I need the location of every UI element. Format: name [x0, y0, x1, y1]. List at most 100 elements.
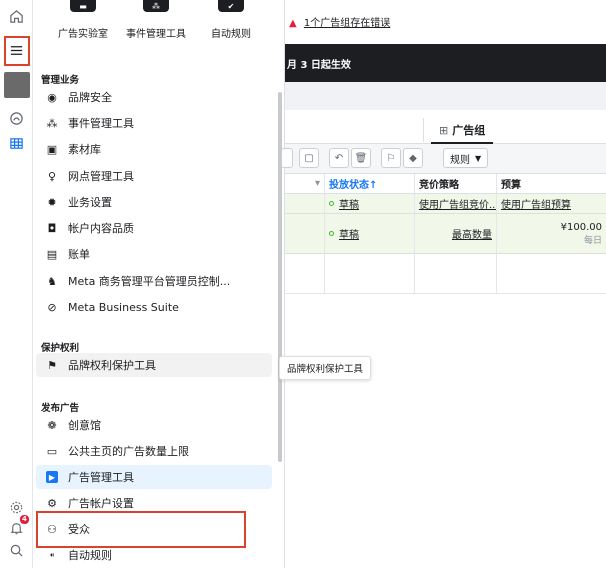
budget-cell[interactable]: 使用广告组预算 — [497, 194, 606, 213]
menu-item-label: 品牌安全 — [68, 91, 112, 104]
tool-automated-rules[interactable]: ✔ 自动规则 — [196, 0, 266, 40]
status-cell[interactable]: 草稿 — [325, 214, 415, 253]
dashboard-icon[interactable] — [6, 108, 26, 128]
ad-lab-icon: ▬ — [70, 0, 96, 12]
sort-caret-icon[interactable]: ▾ — [285, 174, 325, 193]
menu-item-label: 帐户内容品质 — [68, 222, 134, 235]
flag-icon: ⚑ — [47, 358, 57, 372]
table-header: ▾ 投放状态↑ 竞价策略 预算 — [285, 174, 606, 194]
avatar[interactable] — [4, 72, 30, 98]
grid-icon: ⊞ — [439, 123, 449, 137]
left-icon-rail: 4 — [0, 0, 33, 568]
bid-text: 最高数量 — [452, 230, 492, 241]
menu-item-label: 事件管理工具 — [68, 117, 134, 130]
section-publish-ads: 发布广告 — [41, 403, 80, 414]
bid-cell[interactable]: 使用广告组竞价... — [415, 194, 497, 213]
notification-badge: 4 — [20, 515, 29, 524]
menu-item-brand-safety[interactable]: ◉ 品牌安全 — [36, 85, 272, 109]
location-pin-icon: ♀ — [47, 169, 57, 183]
settings-icon[interactable] — [6, 497, 26, 517]
search-icon[interactable] — [6, 540, 26, 560]
tooltip: 品牌权利保护工具 — [279, 356, 372, 380]
tag-icon[interactable]: ◆ — [403, 148, 423, 168]
col-delivery-status[interactable]: 投放状态↑ — [325, 174, 415, 193]
table-toolbar: ▢ ↶ 🗑 ⚐ ◆ 规则 ▼ — [281, 144, 606, 174]
menu-item-automated-rules[interactable]: ⁌ 自动规则 — [36, 543, 272, 567]
menu-item-location-manager[interactable]: ♀ 网点管理工具 — [36, 164, 272, 188]
quality-shield-icon: ◘ — [47, 221, 57, 235]
notice-text: 月 3 日起生效 — [287, 60, 351, 71]
col-bid-strategy[interactable]: 竞价策略 — [415, 174, 497, 193]
menu-item-label: Meta Business Suite — [68, 300, 179, 314]
menu-item-page-ad-limits[interactable]: ▭ 公共主页的广告数量上限 — [36, 439, 272, 463]
rules-icon: ✔ — [218, 0, 244, 12]
menu-item-label: 广告帐户设置 — [68, 497, 134, 510]
preview-icon[interactable]: ⚐ — [381, 148, 401, 168]
admin-people-icon: ♞ — [47, 274, 57, 288]
home-icon[interactable] — [6, 6, 26, 26]
highlight-box-menu — [4, 36, 30, 66]
menu-item-creative-hub[interactable]: ❁ 创意馆 — [36, 413, 272, 437]
budget-period: 每日 — [583, 235, 602, 246]
gear-icon: ✹ — [47, 195, 57, 209]
undo-icon[interactable]: ↶ — [329, 148, 349, 168]
top-tools-row: ▬ 广告实验室 ⁂ 事件管理工具 ✔ 自动规则 — [33, 0, 284, 46]
empty-cell — [325, 254, 415, 293]
row-spacer — [285, 194, 325, 213]
menu-item-admin-console[interactable]: ♞ Meta 商务管理平台管理员控制... — [36, 269, 272, 293]
error-banner: ▲ 1个广告组存在错误 — [285, 0, 606, 44]
table-row-empty — [285, 254, 606, 294]
photo-library-icon: ▣ — [46, 142, 58, 156]
meta-suite-icon: ⊘ — [47, 300, 57, 314]
notification-icon[interactable]: 4 — [6, 515, 29, 538]
menu-item-label: 自动规则 — [68, 549, 112, 562]
menu-item-business-suite[interactable]: ⊘ Meta Business Suite — [36, 295, 272, 319]
col-budget[interactable]: 预算 — [497, 174, 606, 193]
menu-item-media-library[interactable]: ▣ 素材库 — [36, 137, 272, 161]
warning-icon: ▲ — [289, 18, 297, 29]
duplicate-icon[interactable]: ▢ — [299, 148, 319, 168]
menu-item-label: 公共主页的广告数量上限 — [68, 445, 189, 458]
rules-label: 规则 — [450, 154, 470, 166]
menu-item-label: 品牌权利保护工具 — [68, 359, 156, 372]
budget-text: 使用广告组预算 — [501, 200, 571, 211]
tool-label: 自动规则 — [211, 29, 251, 40]
all-tools-menu: ▬ 广告实验室 ⁂ 事件管理工具 ✔ 自动规则 管理业务 ◉ 品牌安全 ⁂ 事件… — [33, 0, 285, 568]
status-cell[interactable]: 草稿 — [325, 194, 415, 213]
delete-icon[interactable]: 🗑 — [351, 148, 371, 168]
menu-item-events-manager[interactable]: ⁂ 事件管理工具 — [36, 111, 272, 135]
tool-label: 事件管理工具 — [126, 29, 186, 40]
menu-item-brand-rights-protection[interactable]: ⚑ 品牌权利保护工具 — [36, 353, 272, 377]
menu-item-account-quality[interactable]: ◘ 帐户内容品质 — [36, 216, 272, 240]
menu-item-billing[interactable]: ▤ 账单 — [36, 242, 272, 266]
tool-ad-lab[interactable]: ▬ 广告实验室 — [48, 0, 118, 40]
tab-ad-sets[interactable]: ⊞ 广告组 — [431, 118, 494, 144]
menu-item-business-settings[interactable]: ✹ 业务设置 — [36, 190, 272, 214]
section-protect-rights: 保护权利 — [41, 343, 80, 354]
page-limit-icon: ▭ — [46, 444, 58, 458]
table-row[interactable]: 草稿 最高数量 ¥100.00 每日 — [285, 214, 606, 254]
budget-text: ¥100.00 — [560, 221, 602, 233]
menu-item-label: 素材库 — [68, 143, 101, 156]
tool-events-manager[interactable]: ⁂ 事件管理工具 — [121, 0, 191, 40]
draft-status-dot — [329, 231, 334, 236]
divider-strip — [285, 82, 606, 110]
error-link[interactable]: 1个广告组存在错误 — [304, 18, 390, 29]
rules-dropdown[interactable]: 规则 ▼ — [443, 148, 489, 168]
account-settings-icon: ⚙ — [47, 496, 57, 510]
level-tabs: ⊞ 广告组 — [285, 112, 606, 144]
tab-divider — [423, 118, 424, 142]
menu-item-label: 业务设置 — [68, 196, 112, 209]
menu-item-ads-manager[interactable]: ▶ 广告管理工具 — [36, 465, 272, 489]
bill-icon: ▤ — [46, 247, 58, 261]
empty-cell — [415, 254, 497, 293]
menu-item-label: 网点管理工具 — [68, 170, 134, 183]
draft-status-dot — [329, 201, 334, 206]
table-row[interactable]: 草稿 使用广告组竞价... 使用广告组预算 — [285, 194, 606, 214]
table-icon[interactable] — [6, 133, 26, 153]
budget-cell[interactable]: ¥100.00 每日 — [497, 214, 606, 253]
bid-cell[interactable]: 最高数量 — [415, 214, 497, 253]
toolbar-button-partial[interactable] — [281, 148, 293, 168]
chevron-down-icon: ▼ — [475, 153, 482, 163]
tool-label: 广告实验室 — [58, 29, 108, 40]
